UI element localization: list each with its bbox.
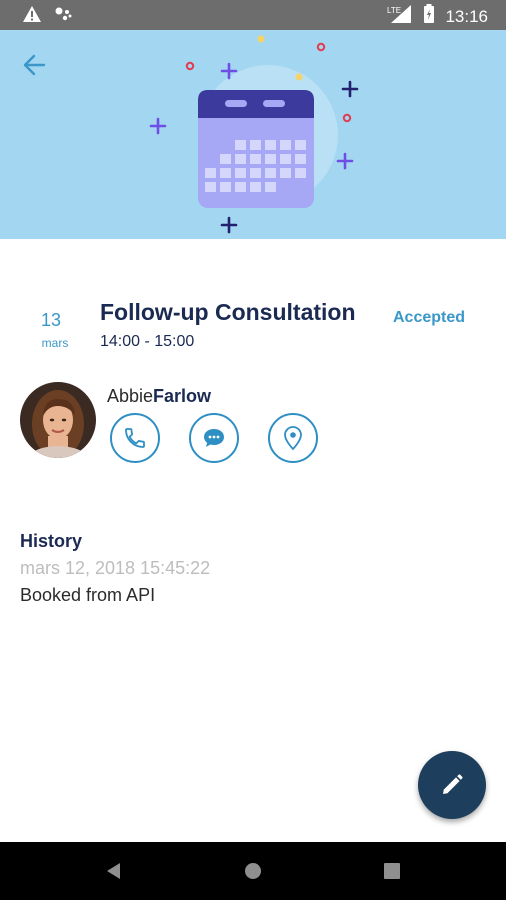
avatar[interactable] <box>20 382 96 458</box>
warning-icon <box>22 5 42 28</box>
history-title: History <box>20 531 83 551</box>
date-month: mars <box>41 336 69 350</box>
edit-fab-button[interactable] <box>418 751 486 819</box>
phone-icon <box>125 428 145 448</box>
appointment-title: Follow-up Consultation <box>100 299 356 325</box>
calendar-illustration <box>149 35 359 234</box>
assistant-icon <box>54 5 74 28</box>
nav-home-icon <box>245 863 261 879</box>
location-button[interactable] <box>268 413 318 463</box>
history-date: mars 12, 2018 15:45:22 <box>20 558 211 578</box>
status-time: 13:16 <box>445 6 488 26</box>
nav-back-icon <box>107 863 120 879</box>
status-badge: Accepted <box>393 309 466 326</box>
system-nav-bar <box>0 842 506 900</box>
arrow-left-icon <box>23 54 46 76</box>
call-button[interactable] <box>110 413 160 463</box>
nav-home-button[interactable] <box>244 862 262 885</box>
nav-back-button[interactable] <box>105 862 123 885</box>
signal-icon: LTE <box>387 4 413 29</box>
status-bar: LTE 13:16 <box>0 0 506 30</box>
date-day: 13 <box>40 310 62 330</box>
client-first-name: Abbie <box>107 386 154 406</box>
message-button[interactable] <box>189 413 239 463</box>
nav-recents-icon <box>384 863 400 879</box>
appointment-time: 14:00 - 15:00 <box>100 333 195 350</box>
client-name: AbbieFarlow <box>107 386 211 407</box>
chat-icon <box>204 429 224 447</box>
nav-recents-button[interactable] <box>384 863 400 884</box>
network-label: LTE <box>387 6 401 15</box>
pencil-icon <box>443 774 463 794</box>
header-banner <box>0 30 506 239</box>
location-icon <box>284 426 302 451</box>
client-last-name: Farlow <box>153 386 212 406</box>
battery-icon <box>423 4 435 29</box>
back-button[interactable] <box>22 52 50 80</box>
history-entry: Booked from API <box>20 585 156 605</box>
